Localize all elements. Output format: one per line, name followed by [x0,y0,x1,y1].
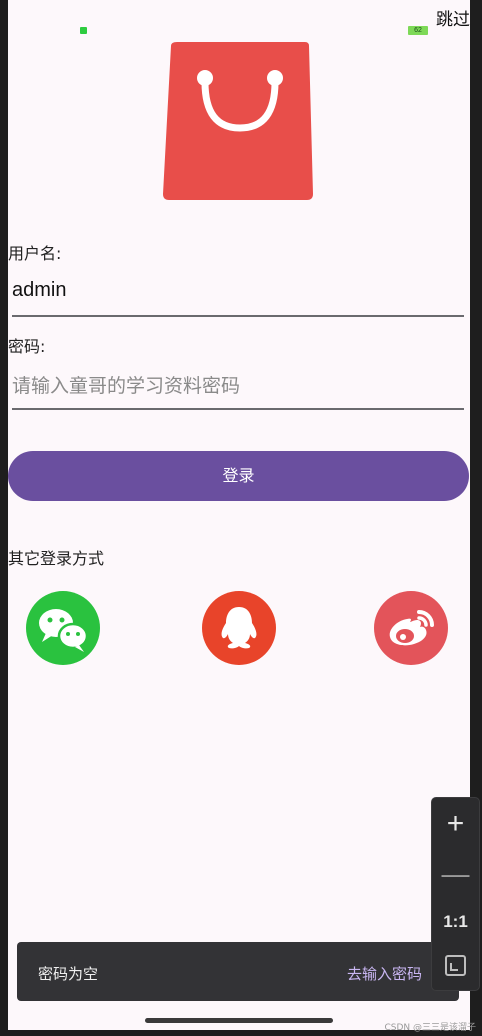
home-indicator [145,1018,333,1023]
snackbar-message: 密码为空 [38,965,99,983]
notification-icon [80,27,87,34]
watermark: CSDN @三三是该溜子 [384,1023,476,1033]
skip-button[interactable]: 跳过 [436,5,470,30]
qq-login-button[interactable] [202,591,276,665]
snackbar-action-button[interactable]: 去输入密码 [347,963,422,984]
battery-icon: 62 [408,26,428,35]
username-label: 用户名: [8,244,62,263]
shopping-bag-logo [163,42,313,200]
snackbar: 密码为空 去输入密码 [17,942,459,1001]
other-login-title: 其它登录方式 [8,549,105,568]
qq-icon [221,607,257,649]
wechat-login-button[interactable] [26,591,100,665]
password-label: 密码: [8,337,46,356]
wechat-icon [39,609,89,652]
login-button[interactable]: 登录 [8,451,469,501]
username-input[interactable]: admin [12,273,464,317]
zoom-in-button[interactable]: + [432,804,479,844]
zoom-reset-button[interactable]: 1:1 [432,902,479,942]
zoom-controls: + — 1:1 [431,797,480,991]
status-bar: 62 跳过 [8,0,470,40]
zoom-out-button[interactable]: — [432,854,479,894]
phone-screen: 62 跳过 用户名: admin 密码: 请输入童哥的学习资料密码 登录 其它登… [8,0,470,1030]
fit-screen-icon[interactable] [445,955,466,976]
password-input[interactable]: 请输入童哥的学习资料密码 [12,366,464,410]
password-placeholder: 请输入童哥的学习资料密码 [12,375,241,397]
weibo-login-button[interactable] [374,591,448,665]
username-value: admin [12,279,67,301]
weibo-icon [389,610,434,646]
